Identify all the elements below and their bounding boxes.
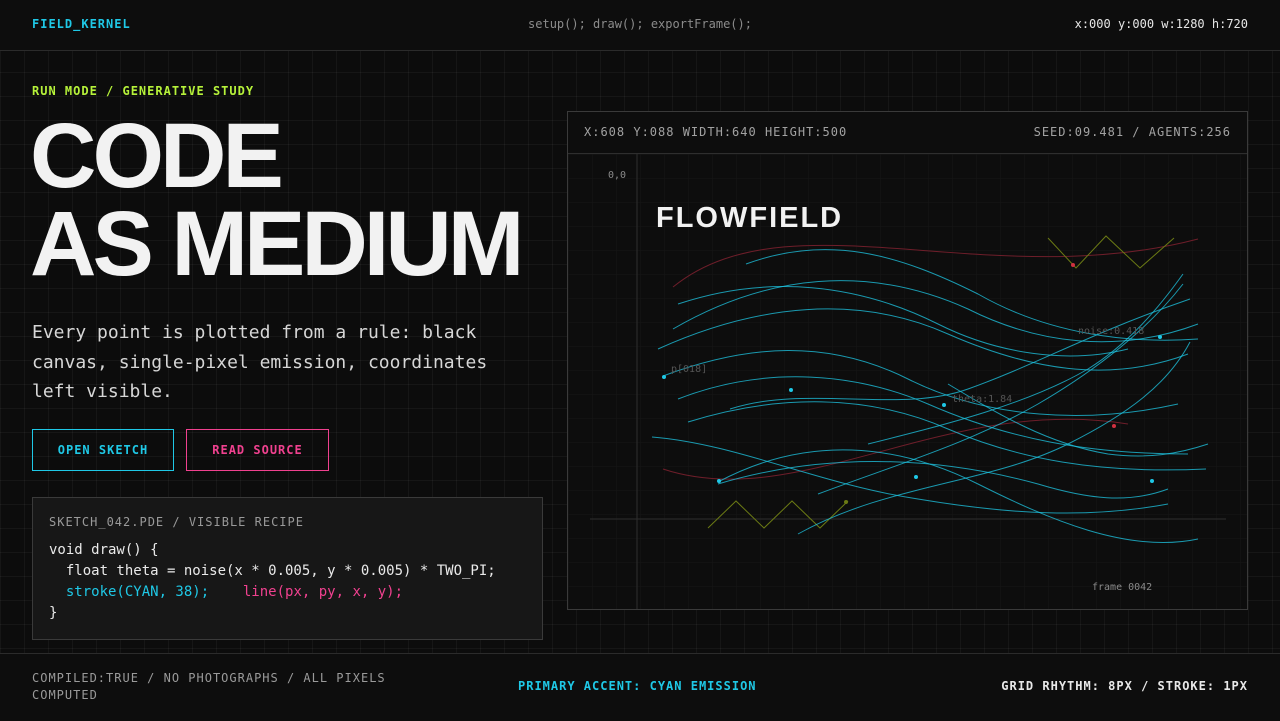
flowfield-artwork: 0,0 FLOWFIELD noise:0.418 p[018] theta:1… — [568, 154, 1247, 609]
hero-description: Every point is plotted from a rule: blac… — [32, 322, 488, 402]
top-bar: FIELD_KERNEL setup(); draw(); exportFram… — [0, 0, 1280, 51]
canvas-seed-agents: SEED:09.481 / AGENTS:256 — [1033, 125, 1231, 139]
agent-point-olive — [844, 500, 848, 504]
code-block: void draw() { float theta = noise(x * 0.… — [49, 540, 496, 624]
code-panel-title: SKETCH_042.PDE / VISIBLE RECIPE — [49, 515, 304, 529]
agent-point — [789, 388, 793, 392]
code-recipe-panel: SKETCH_042.PDE / VISIBLE RECIPE void dra… — [32, 497, 543, 640]
frame-counter: frame 0042 — [1092, 582, 1152, 593]
code-line-3-stroke: stroke(CYAN, 38); — [49, 584, 210, 600]
headline-line-2: AS MEDIUM — [30, 193, 524, 295]
code-line-1: void draw() { — [49, 542, 159, 558]
agent-point-red — [1112, 424, 1116, 428]
read-source-button[interactable]: READ SOURCE — [186, 429, 329, 471]
code-line-4: } — [49, 605, 58, 621]
page-headline: CODE AS MEDIUM — [30, 105, 524, 295]
canvas-header: X:608 Y:088 WIDTH:640 HEIGHT:500 SEED:09… — [568, 112, 1247, 154]
open-sketch-button[interactable]: OPEN SKETCH — [32, 429, 174, 471]
viewport-coordinates: x:000 y:000 w:1280 h:720 — [1074, 17, 1248, 31]
agent-point — [1158, 335, 1162, 339]
agent-point-red — [1071, 263, 1075, 267]
origin-label: 0,0 — [608, 170, 626, 181]
footer-compile-status: COMPILED:TRUE / NO PHOTOGRAPHS / ALL PIX… — [32, 671, 386, 702]
footer-bar: COMPILED:TRUE / NO PHOTOGRAPHS / ALL PIX… — [0, 653, 1280, 721]
flowfield-canvas-panel: X:608 Y:088 WIDTH:640 HEIGHT:500 SEED:09… — [567, 111, 1248, 610]
agent-point — [914, 475, 918, 479]
noise-annotation: noise:0.418 — [1078, 326, 1144, 337]
run-mode-label: RUN MODE / GENERATIVE STUDY — [32, 84, 255, 98]
footer-accent-note: PRIMARY ACCENT: CYAN EMISSION — [518, 679, 757, 693]
headline-line-1: CODE — [30, 105, 284, 207]
theta-annotation: theta:1.84 — [952, 394, 1012, 405]
agent-point — [717, 479, 721, 483]
code-line-2: float theta = noise(x * 0.005, y * 0.005… — [49, 563, 496, 579]
canvas-dimensions: X:608 Y:088 WIDTH:640 HEIGHT:500 — [584, 125, 848, 139]
footer-grid-note: GRID RHYTHM: 8PX / STROKE: 1PX — [1001, 679, 1248, 693]
agent-point — [662, 375, 666, 379]
point-index-annotation: p[018] — [671, 364, 707, 375]
agent-point — [942, 403, 946, 407]
agent-point — [1150, 479, 1154, 483]
code-line-3-line: line(px, py, x, y); — [226, 584, 404, 600]
flowfield-title: FLOWFIELD — [656, 202, 843, 234]
